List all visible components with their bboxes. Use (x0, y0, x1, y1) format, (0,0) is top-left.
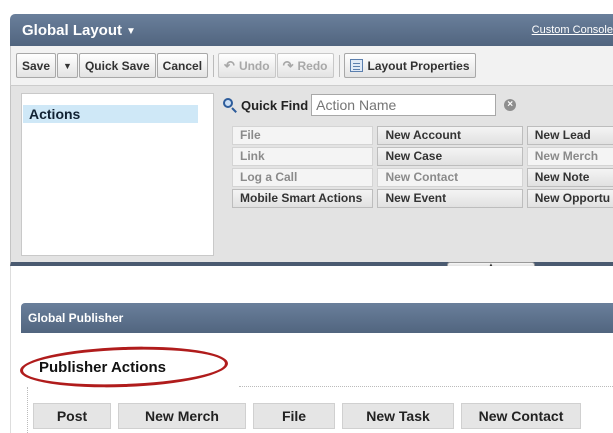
publisher-action-file[interactable]: File (253, 403, 335, 429)
layout-properties-icon (349, 59, 363, 72)
palette-item-new-opportunity[interactable]: New Opportu (526, 189, 613, 208)
palette-item-new-account[interactable]: New Account (377, 126, 523, 145)
quick-save-label: Quick Save (84, 58, 150, 73)
publisher-actions-title: Publisher Actions (39, 359, 166, 376)
magnifier-icon (223, 97, 238, 113)
palette-item-new-note[interactable]: New Note (526, 168, 613, 187)
palette-item-new-event[interactable]: New Event (377, 189, 523, 208)
redo-button[interactable]: ↷ Redo (276, 53, 334, 78)
category-list: Actions (21, 93, 214, 256)
palette-row: Link New Case New Merch (232, 147, 613, 167)
cancel-button[interactable]: Cancel (156, 53, 209, 78)
layout-properties-label: Layout Properties (367, 58, 470, 73)
save-label: Save (22, 58, 51, 73)
publisher-action-new-merch[interactable]: New Merch (118, 403, 246, 429)
chevron-down-icon: ▼ (126, 25, 136, 37)
page-header: Global Layout ▼ Custom Console (10, 14, 613, 46)
layout-canvas: Global Publisher Publisher Actions Post … (10, 266, 613, 433)
undo-icon: ↶ (224, 57, 235, 73)
quick-save-button[interactable]: Quick Save (78, 53, 156, 78)
palette-row: Mobile Smart Actions New Event New Oppor… (232, 189, 613, 209)
global-layout-menu[interactable]: Global Layout ▼ (10, 22, 136, 39)
palette-row: Log a Call New Contact New Note (232, 168, 613, 188)
undo-label: Undo (238, 58, 270, 73)
cancel-label: Cancel (162, 58, 203, 73)
quick-find: Quick Find × (223, 93, 517, 117)
save-options-dropdown[interactable]: ▼ (57, 53, 78, 78)
toolbar-divider (338, 54, 340, 77)
palette-item-new-lead[interactable]: New Lead (526, 126, 613, 145)
redo-label: Redo (297, 58, 328, 73)
toolbar-divider (213, 54, 215, 77)
palette-item-new-contact[interactable]: New Contact (377, 168, 523, 187)
publisher-action-new-contact[interactable]: New Contact (461, 403, 581, 429)
publisher-actions-list: Post New Merch File New Task New Contact (33, 403, 588, 429)
palette-panel: Actions Quick Find × File New Account Ne… (10, 86, 613, 270)
category-item-actions[interactable]: Actions (23, 105, 198, 123)
global-publisher-header: Global Publisher (21, 303, 613, 333)
redo-icon: ↷ (282, 57, 294, 73)
layout-properties-button[interactable]: Layout Properties (343, 53, 476, 78)
palette-item-link[interactable]: Link (232, 147, 374, 166)
publisher-action-post[interactable]: Post (33, 403, 111, 429)
save-button[interactable]: Save (16, 53, 57, 78)
quick-find-label: Quick Find (241, 97, 309, 113)
layout-toolbar: Save ▼ Quick Save Cancel ↶ Undo ↷ Redo L… (10, 46, 613, 86)
palette-row: File New Account New Lead (232, 126, 613, 146)
palette-item-mobile-smart-actions[interactable]: Mobile Smart Actions (232, 189, 374, 208)
quick-find-input[interactable] (311, 94, 497, 116)
chevron-down-icon: ▼ (63, 60, 72, 71)
undo-button[interactable]: ↶ Undo (218, 53, 276, 78)
palette-item-new-merch[interactable]: New Merch (526, 147, 613, 166)
palette-item-file[interactable]: File (232, 126, 374, 145)
custom-console-link[interactable]: Custom Console (532, 24, 613, 36)
palette-item-new-case[interactable]: New Case (377, 147, 523, 166)
palette-items-grid: File New Account New Lead Link New Case … (232, 126, 613, 210)
clear-icon[interactable]: × (504, 99, 517, 111)
publisher-action-new-task[interactable]: New Task (342, 403, 454, 429)
palette-item-log-a-call[interactable]: Log a Call (232, 168, 374, 187)
page-title: Global Layout (22, 21, 123, 39)
